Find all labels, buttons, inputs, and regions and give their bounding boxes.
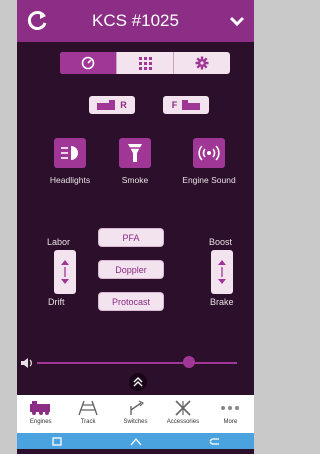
engine-sound-button[interactable]	[193, 138, 225, 168]
smoke-label: Smoke	[121, 175, 149, 185]
labor-drift-stepper[interactable]	[54, 250, 76, 294]
volume-icon	[21, 358, 32, 368]
tab-settings[interactable]	[174, 52, 230, 74]
app-screen: KCS #1025 R F Headlights Smoke Engine So…	[17, 0, 254, 454]
locomotive-reverse-icon	[97, 100, 116, 110]
grid-icon	[138, 56, 152, 70]
nav-more[interactable]: More	[207, 395, 254, 433]
engine-title[interactable]: KCS #1025	[17, 11, 254, 31]
nav-switches[interactable]: Switches	[112, 395, 159, 433]
home-button[interactable]	[96, 433, 175, 449]
home-icon	[130, 437, 141, 445]
volume-slider-knob[interactable]	[183, 356, 195, 368]
locomotive-icon	[29, 401, 50, 415]
engine-sound-label: Engine Sound	[182, 175, 236, 185]
back-button[interactable]	[175, 433, 254, 449]
recent-apps-icon	[51, 436, 62, 446]
locomotive-forward-icon	[182, 100, 201, 110]
drift-label: Drift	[48, 297, 65, 307]
header-bar: KCS #1025	[17, 0, 254, 42]
headlights-label: Headlights	[49, 175, 91, 185]
nav-engines-label: Engines	[29, 419, 52, 425]
brake-label: Brake	[210, 297, 234, 307]
double-chevron-up-icon	[133, 377, 143, 387]
expand-button[interactable]	[129, 373, 147, 391]
bottom-nav: Engines Track Switches Accessories More	[17, 395, 254, 433]
protocast-button[interactable]: Protocast	[99, 293, 163, 310]
mode-tabs	[60, 52, 230, 74]
system-nav-bar	[17, 433, 254, 449]
smoke-button[interactable]	[119, 138, 151, 168]
switch-icon	[129, 400, 144, 415]
reverse-button[interactable]: R	[89, 96, 135, 114]
up-down-arrows-icon	[218, 260, 226, 284]
back-icon	[209, 437, 219, 445]
headlight-icon	[61, 146, 78, 160]
nav-track[interactable]: Track	[64, 395, 111, 433]
recent-apps-button[interactable]	[17, 433, 96, 449]
forward-button[interactable]: F	[163, 96, 209, 114]
reverse-label: R	[120, 100, 127, 110]
volume-slider-track[interactable]	[37, 362, 237, 364]
nav-accessories-label: Accessories	[166, 419, 200, 425]
nav-switches-label: Switches	[123, 419, 148, 425]
tab-keypad[interactable]	[117, 52, 174, 74]
gauge-icon	[81, 56, 95, 70]
nav-track-label: Track	[80, 419, 96, 425]
nav-engines[interactable]: Engines	[17, 395, 64, 433]
doppler-button[interactable]: Doppler	[99, 261, 163, 278]
forward-label: F	[171, 100, 178, 110]
more-icon	[221, 406, 240, 410]
tab-throttle[interactable]	[60, 52, 117, 74]
nav-more-label: More	[223, 419, 238, 425]
up-down-arrows-icon	[61, 260, 69, 284]
pfa-button[interactable]: PFA	[99, 229, 163, 246]
sound-waves-icon	[198, 145, 220, 161]
labor-label: Labor	[47, 237, 71, 247]
chevron-down-icon[interactable]	[226, 10, 248, 32]
track-icon	[78, 400, 98, 416]
gear-icon	[195, 56, 209, 70]
headlights-button[interactable]	[54, 138, 86, 168]
smokestack-icon	[128, 144, 142, 162]
accessories-icon	[175, 400, 191, 416]
boost-label: Boost	[209, 237, 233, 247]
boost-brake-stepper[interactable]	[211, 250, 233, 294]
nav-accessories[interactable]: Accessories	[159, 395, 206, 433]
